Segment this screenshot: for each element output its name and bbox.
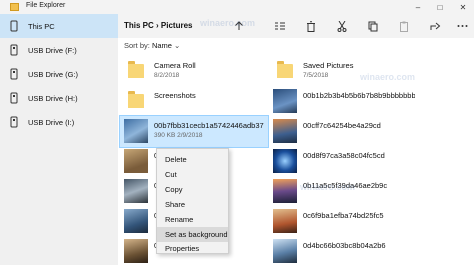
folder-icon (128, 91, 144, 108)
context-menu-share[interactable]: Share (157, 197, 228, 212)
select-button[interactable] (271, 17, 289, 35)
usb-drive-icon (10, 44, 18, 56)
up-button[interactable] (230, 17, 248, 35)
image-thumbnail (273, 149, 297, 173)
up-arrow-icon (235, 21, 243, 30)
file-item[interactable]: 00d8f97ca3a58c04fc5cd (269, 146, 417, 177)
image-thumbnail (124, 119, 148, 143)
window-title: File Explorer (26, 2, 66, 9)
file-item[interactable]: Screenshots (120, 86, 268, 117)
close-button[interactable]: ✕ (452, 0, 474, 14)
context-menu: Delete Cut Copy Share Rename Set as back… (156, 148, 229, 254)
file-item[interactable]: 00b1b2b3b4b5b6b7b8b9bbbbbbbbbbbbbb (269, 86, 417, 117)
paste-button[interactable] (395, 17, 413, 35)
file-item[interactable]: 0d4bc66b03bc8b04a2b6 (269, 236, 417, 265)
file-item[interactable]: 00cff7c64254be4a29cd (269, 116, 417, 147)
file-name: 0d4bc66b03bc8b04a2b6 (303, 241, 386, 250)
file-item-selected[interactable]: 00b7fbb31cecb1a5742446adb37 390 KB 2/9/2… (119, 115, 269, 148)
copy-button[interactable] (364, 17, 382, 35)
image-thumbnail (273, 239, 297, 263)
copy-icon (368, 21, 378, 31)
context-menu-properties[interactable]: Properties (157, 241, 228, 256)
select-icon (275, 22, 285, 30)
image-thumbnail (124, 239, 148, 263)
usb-drive-icon (10, 116, 18, 128)
sidebar-item-usb-h[interactable]: USB Drive (H:) (0, 86, 118, 110)
sidebar: This PC USB Drive (F:) USB Drive (G:) US… (0, 14, 118, 265)
share-button[interactable] (426, 17, 444, 35)
context-menu-cut[interactable]: Cut (157, 167, 228, 182)
image-thumbnail (273, 89, 297, 113)
file-item[interactable]: Saved Pictures 7/5/2018 (269, 56, 417, 87)
sidebar-item-label: USB Drive (F:) (28, 45, 77, 55)
usb-drive-icon (10, 92, 18, 104)
delete-button[interactable] (302, 17, 320, 35)
sidebar-item-usb-f[interactable]: USB Drive (F:) (0, 38, 118, 62)
context-menu-set-as-background[interactable]: Set as background (157, 227, 228, 242)
sort-label: Sort by: (124, 41, 150, 50)
file-name: Camera Roll (154, 61, 196, 70)
sidebar-item-usb-i[interactable]: USB Drive (I:) (0, 110, 118, 134)
sidebar-item-label: USB Drive (G:) (28, 69, 79, 79)
more-icon (457, 25, 467, 27)
image-thumbnail (273, 119, 297, 143)
context-menu-rename[interactable]: Rename (157, 212, 228, 227)
file-item[interactable]: 0b11a5c5f39da46ae2b9c (269, 176, 417, 207)
file-date: 7/5/2018 (303, 72, 329, 79)
cut-button[interactable] (333, 17, 351, 35)
sidebar-item-usb-g[interactable]: USB Drive (G:) (0, 62, 118, 86)
chevron-down-icon: ⌄ (174, 41, 181, 50)
app-icon (10, 3, 19, 11)
image-thumbnail (273, 179, 297, 203)
file-name: 00d8f97ca3a58c04fc5cd (303, 151, 385, 160)
usb-drive-icon (10, 68, 18, 80)
context-menu-copy[interactable]: Copy (157, 182, 228, 197)
paste-icon (400, 21, 408, 32)
toolbar: This PC › Pictures (118, 14, 474, 38)
file-name: 00b1b2b3b4b5b6b7b8b9bbbbbbbbbbbbbb (303, 91, 415, 100)
file-name: 0b11a5c5f39da46ae2b9c (303, 181, 388, 190)
sidebar-item-this-pc[interactable]: This PC (0, 14, 118, 38)
folder-icon (128, 61, 144, 78)
share-icon (430, 22, 440, 30)
sidebar-item-label: USB Drive (I:) (28, 117, 75, 127)
file-item[interactable]: Camera Roll 8/2/2018 (120, 56, 268, 87)
image-thumbnail (273, 209, 297, 233)
this-pc-icon (10, 20, 18, 32)
file-name: Screenshots (154, 91, 196, 100)
file-name: 00cff7c64254be4a29cd (303, 121, 381, 130)
sidebar-item-label: This PC (28, 21, 55, 31)
sort-selector[interactable]: Sort by: Name ⌄ (124, 41, 180, 50)
sort-value: Name (151, 41, 172, 50)
cut-icon (337, 20, 347, 32)
maximize-button[interactable]: □ (429, 0, 451, 14)
more-button[interactable] (453, 17, 471, 35)
file-name: 00b7fbb31cecb1a5742446adb37 (154, 121, 264, 130)
file-name: Saved Pictures (303, 61, 354, 70)
sidebar-item-label: USB Drive (H:) (28, 93, 78, 103)
delete-icon (307, 20, 315, 32)
file-date: 390 KB 2/9/2018 (154, 132, 203, 139)
file-date: 8/2/2018 (154, 72, 180, 79)
folder-icon (277, 61, 293, 78)
image-thumbnail (124, 209, 148, 233)
context-menu-delete[interactable]: Delete (157, 152, 228, 167)
file-item[interactable]: 0c6f9ba1efba74bd25fc5 (269, 206, 417, 237)
breadcrumb[interactable]: This PC › Pictures (124, 21, 192, 30)
image-thumbnail (124, 149, 148, 173)
minimize-button[interactable]: – (407, 0, 429, 14)
image-thumbnail (124, 179, 148, 203)
title-bar: File Explorer – □ ✕ (0, 0, 474, 14)
file-name: 0c6f9ba1efba74bd25fc5 (303, 211, 384, 220)
